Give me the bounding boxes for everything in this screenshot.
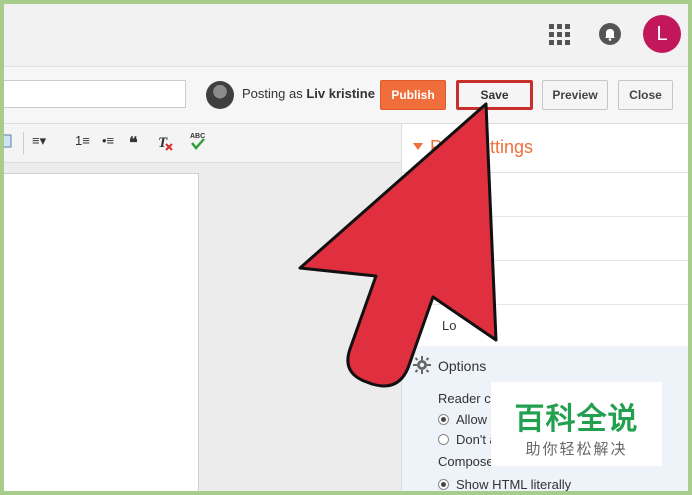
watermark-logo: 百科全说 助你轻松解决 xyxy=(491,382,662,466)
watermark-sub-text: 助你轻松解决 xyxy=(525,441,628,458)
watermark-main-text: 百科全说 xyxy=(514,403,639,436)
